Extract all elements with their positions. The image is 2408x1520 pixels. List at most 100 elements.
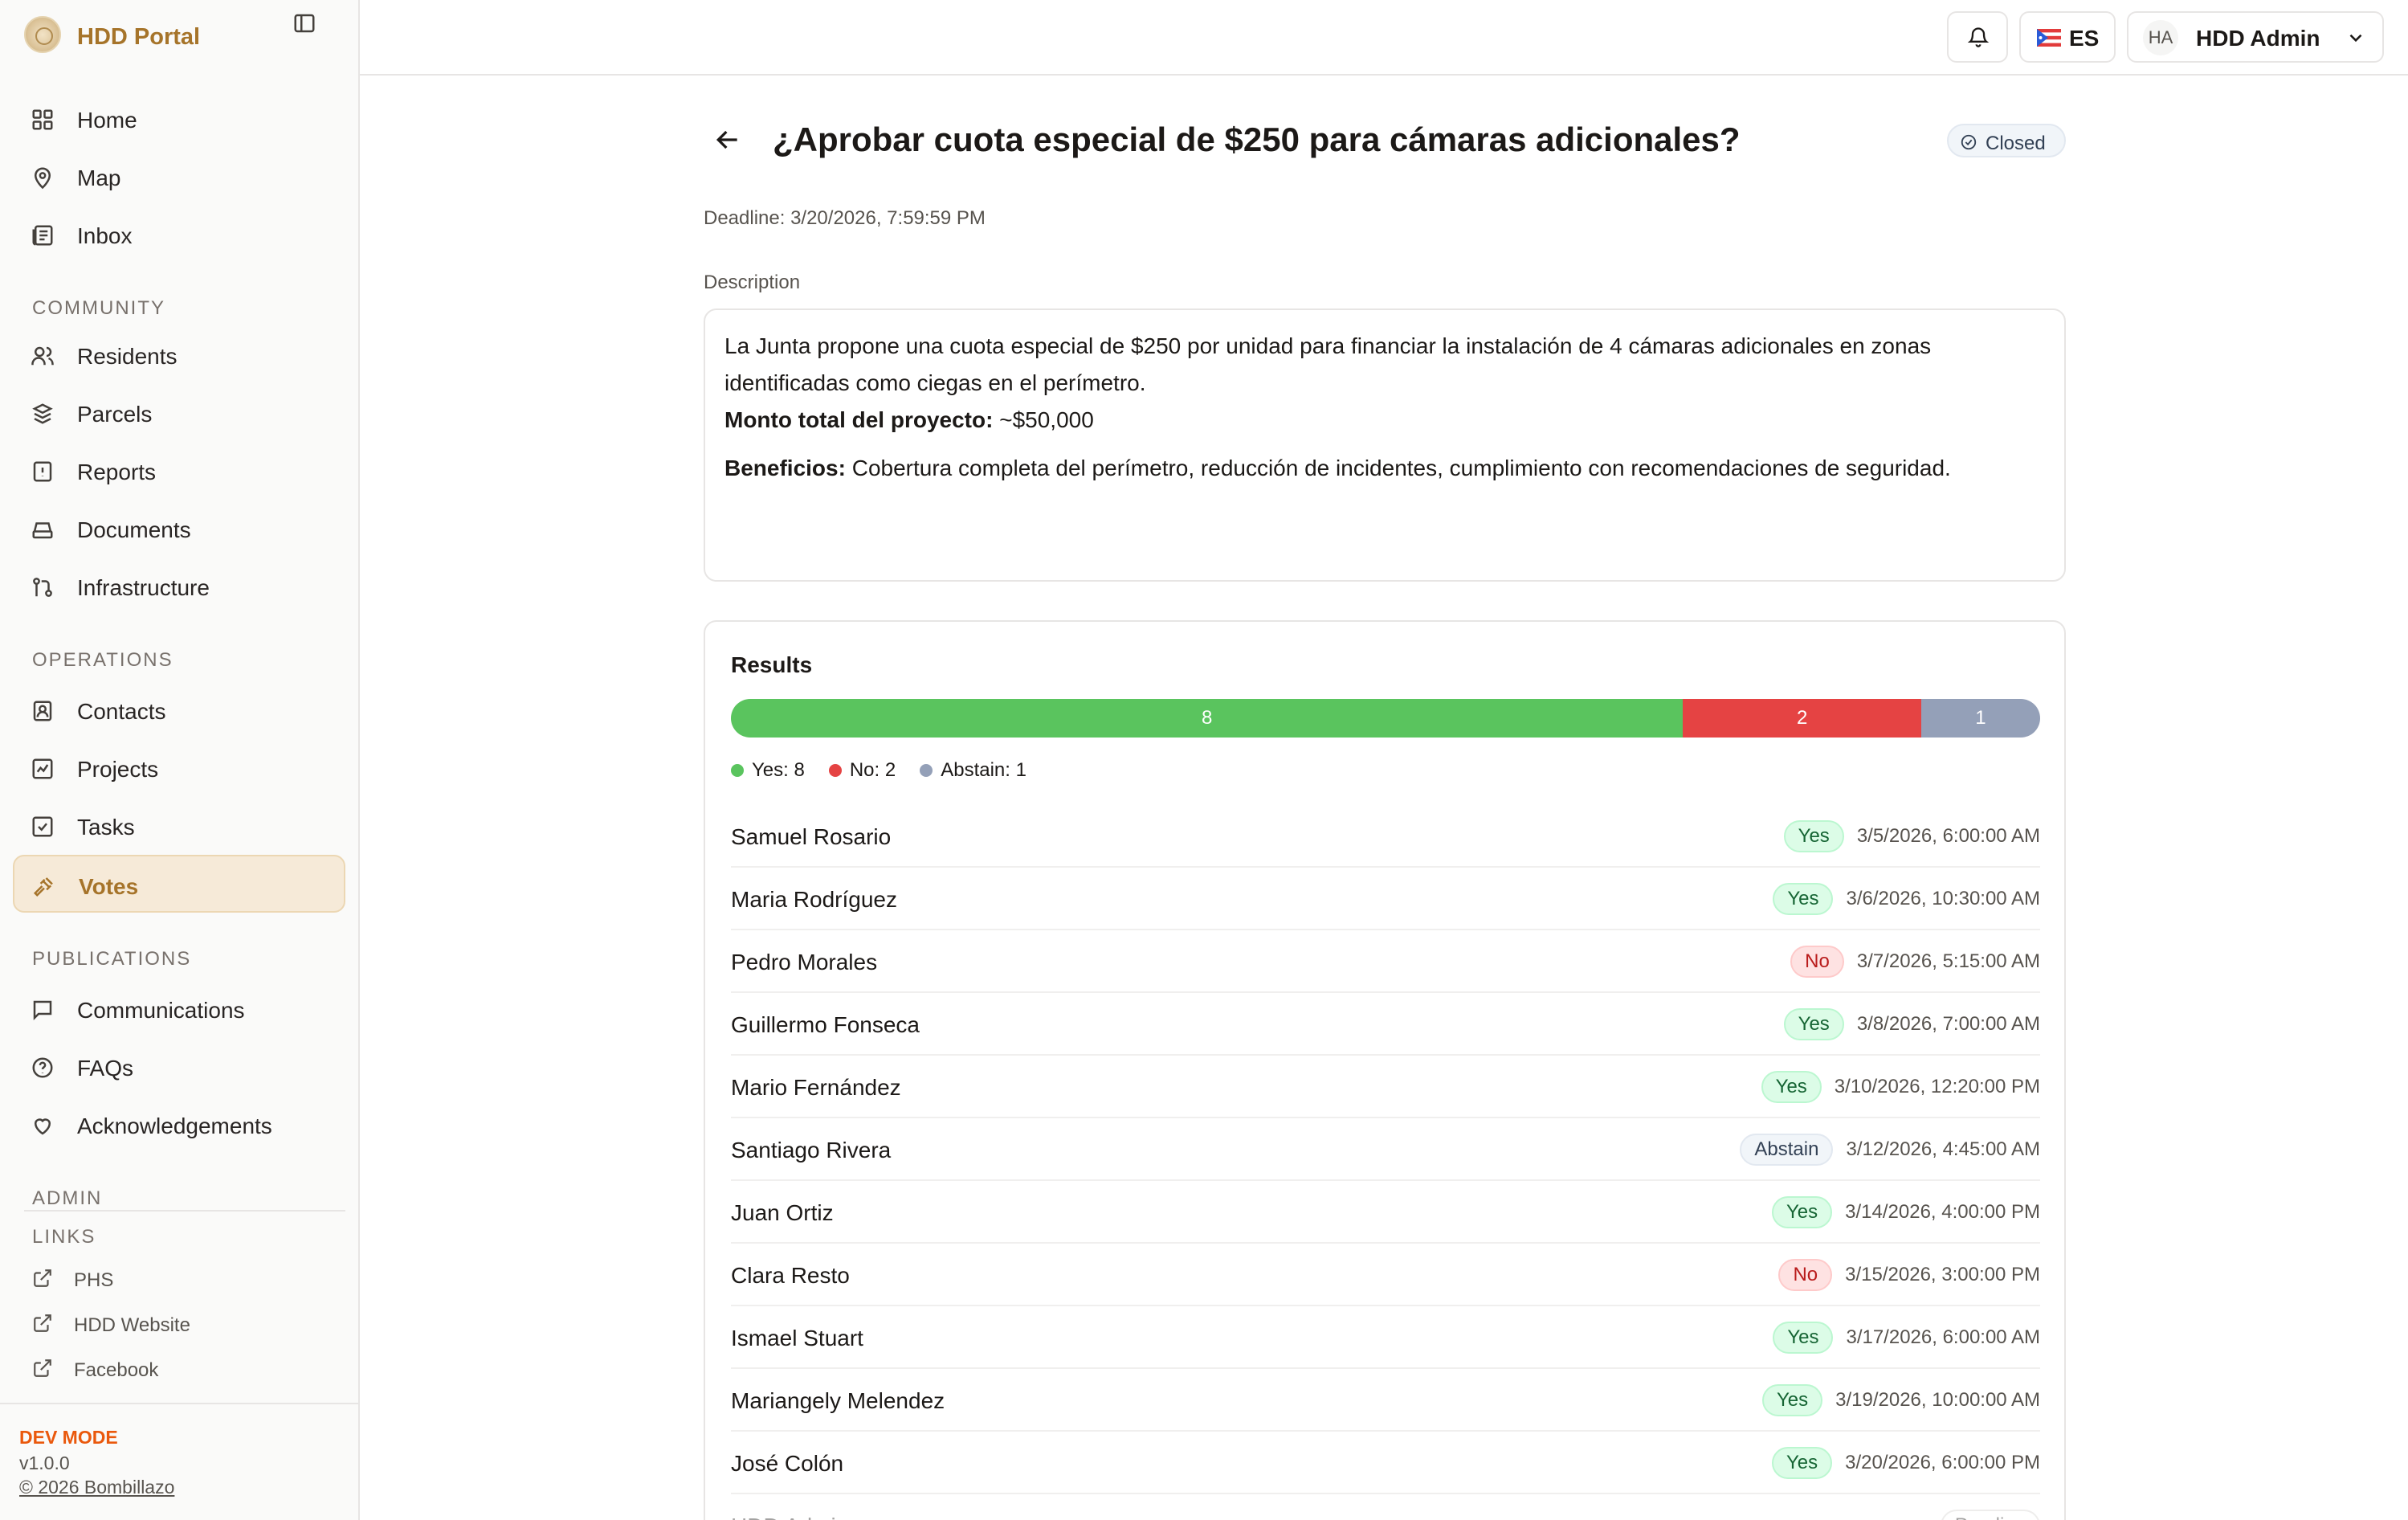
results-bar-no: 2 [1683,699,1921,738]
table-row: Clara Resto No 3/15/2026, 3:00:00 PM [731,1244,2040,1306]
sidebar-toggle-icon [294,14,315,33]
vote-meta: Yes 3/6/2026, 10:30:00 AM [1773,882,2040,916]
newspaper-icon [32,225,53,246]
description-amount: Monto total del proyecto: ~$50,000 [724,402,2042,439]
table-row: Santiago Rivera Abstain 3/12/2026, 4:45:00… [731,1118,2040,1181]
sidebar-toggle-button[interactable] [289,8,320,39]
vote-choice-badge: Pending [1940,1510,2040,1520]
sidebar-item-contacts[interactable]: Contacts [13,681,345,739]
sidebar-item-label: FAQs [77,1056,134,1081]
legend-label: No: 2 [849,759,896,781]
vote-meta: Pending [1940,1509,2040,1520]
notifications-button[interactable] [1947,11,2008,63]
vote-meta: Yes 3/17/2026, 6:00:00 AM [1773,1321,2040,1355]
description-card: La Junta propone una cuota especial de $… [704,308,2066,582]
sidebar-item-faqs[interactable]: FAQs [13,1038,345,1096]
users-icon [31,346,54,366]
sidebar-item-projects[interactable]: Projects [13,739,345,797]
table-row: Guillermo Fonseca Yes 3/8/2026, 7:00:00 AM [731,993,2040,1056]
section-label-publications: PUBLICATIONS [32,948,192,970]
vote-timestamp: 3/5/2026, 6:00:00 AM [1856,825,2040,847]
sidebar-item-tasks[interactable]: Tasks [13,797,345,855]
voter-name: Pedro Morales [731,950,878,975]
benefits-label: Beneficios: [724,456,846,480]
voter-name: Maria Rodríguez [731,887,897,912]
link-label: PHS [74,1269,114,1291]
vote-meta: Yes 3/19/2026, 10:00:00 AM [1761,1383,2040,1417]
results-card: Results 8 2 1 Yes: 8 No: 2 Abstain: 1 Sa… [704,620,2066,1520]
table-row: José Colón Yes 3/20/2026, 6:00:00 PM [731,1432,2040,1494]
sidebar-item-label: Communications [77,998,245,1023]
sidebar-item-map[interactable]: Map [13,148,345,206]
link-facebook[interactable]: Facebook [13,1348,345,1388]
benefits-value: Cobertura completa del perímetro, reducc… [845,456,1951,480]
sidebar-item-communications[interactable]: Communications [13,980,345,1038]
brand-logo [24,16,61,53]
voter-name: Mario Fernández [731,1075,901,1100]
legend-label: Abstain: 1 [941,759,1026,781]
user-name: HDD Admin [2196,26,2320,51]
status-badge: Closed [1947,124,2066,157]
vote-choice-badge: Yes [1771,1196,1833,1228]
sidebar-item-label: Map [77,165,121,190]
vote-timestamp: 3/15/2026, 3:00:00 PM [1845,1264,2040,1285]
language-label: ES [2069,26,2100,51]
sidebar-item-label: Reports [77,460,157,484]
vote-choice-badge: Yes [1773,883,1834,915]
table-row: Pedro Morales No 3/7/2026, 5:15:00 AM [731,930,2040,993]
deadline-text: Deadline: 3/20/2026, 7:59:59 PM [704,207,986,229]
vote-timestamp: 3/8/2026, 7:00:00 AM [1856,1013,2040,1035]
vote-timestamp: 3/14/2026, 4:00:00 PM [1845,1201,2040,1223]
sidebar-item-label: Votes [79,874,139,899]
sidebar-item-label: Parcels [77,402,153,427]
amount-label: Monto total del proyecto: [724,407,994,432]
divider [0,1403,360,1404]
vote-timestamp: 3/17/2026, 6:00:00 AM [1846,1326,2040,1348]
vote-timestamp: 3/6/2026, 10:30:00 AM [1846,888,2040,909]
description-label: Description [704,272,801,293]
copyright-link[interactable]: © 2026 Bombillazo [19,1477,174,1498]
sidebar-item-label: Contacts [77,699,166,724]
legend-dot [828,764,842,777]
table-row: Ismael Stuart Yes 3/17/2026, 6:00:00 AM [731,1306,2040,1369]
sidebar-item-acknowledgements[interactable]: Acknowledgements [13,1096,345,1154]
sidebar-item-label: Acknowledgements [77,1113,272,1138]
section-label-admin: ADMIN [32,1187,103,1209]
user-menu-button[interactable]: HA HDD Admin [2127,11,2384,63]
link-hdd-website[interactable]: HDD Website [13,1303,345,1343]
gavel-icon [33,877,53,897]
legend-dot [920,764,933,777]
sidebar-item-parcels[interactable]: Parcels [13,384,345,442]
sidebar-item-home[interactable]: Home [13,90,345,148]
results-bar-yes: 8 [731,699,1684,738]
sidebar-item-inbox[interactable]: Inbox [13,206,345,264]
bell-icon [1967,27,1990,47]
voter-name: Samuel Rosario [731,824,892,849]
link-label: HDD Website [74,1314,190,1336]
table-row: Juan Ortiz Yes 3/14/2026, 4:00:00 PM [731,1181,2040,1244]
vote-timestamp: 3/20/2026, 6:00:00 PM [1845,1452,2040,1473]
version-label: v1.0.0 [19,1453,70,1473]
language-button[interactable]: ES [2019,11,2116,63]
sidebar-item-reports[interactable]: Reports [13,442,345,500]
legend-no: No: 2 [828,759,896,782]
vote-choice-badge: No [1790,946,1844,978]
voter-name: José Colón [731,1451,844,1476]
link-phs[interactable]: PHS [13,1258,345,1298]
page-title: ¿Aprobar cuota especial de $250 para cám… [773,121,1741,158]
amount-value: ~$50,000 [993,407,1094,432]
vote-meta: Yes 3/8/2026, 7:00:00 AM [1783,1007,2040,1041]
vote-choice-badge: Yes [1773,1322,1834,1354]
results-title: Results [731,652,813,677]
vote-choice-badge: Yes [1761,1384,1823,1416]
sidebar-item-votes[interactable]: Votes [13,855,345,913]
sidebar-item-label: Tasks [77,815,135,840]
sidebar-item-label: Projects [77,757,159,782]
sidebar-item-residents[interactable]: Residents [13,326,345,384]
back-button[interactable] [712,124,744,156]
section-label-community: COMMUNITY [32,297,165,319]
table-row: Mariangely Melendez Yes 3/19/2026, 10:00:0… [731,1369,2040,1432]
vote-meta: Yes 3/5/2026, 6:00:00 AM [1783,819,2040,853]
sidebar-item-documents[interactable]: Documents [13,500,345,558]
sidebar-item-infrastructure[interactable]: Infrastructure [13,558,345,615]
